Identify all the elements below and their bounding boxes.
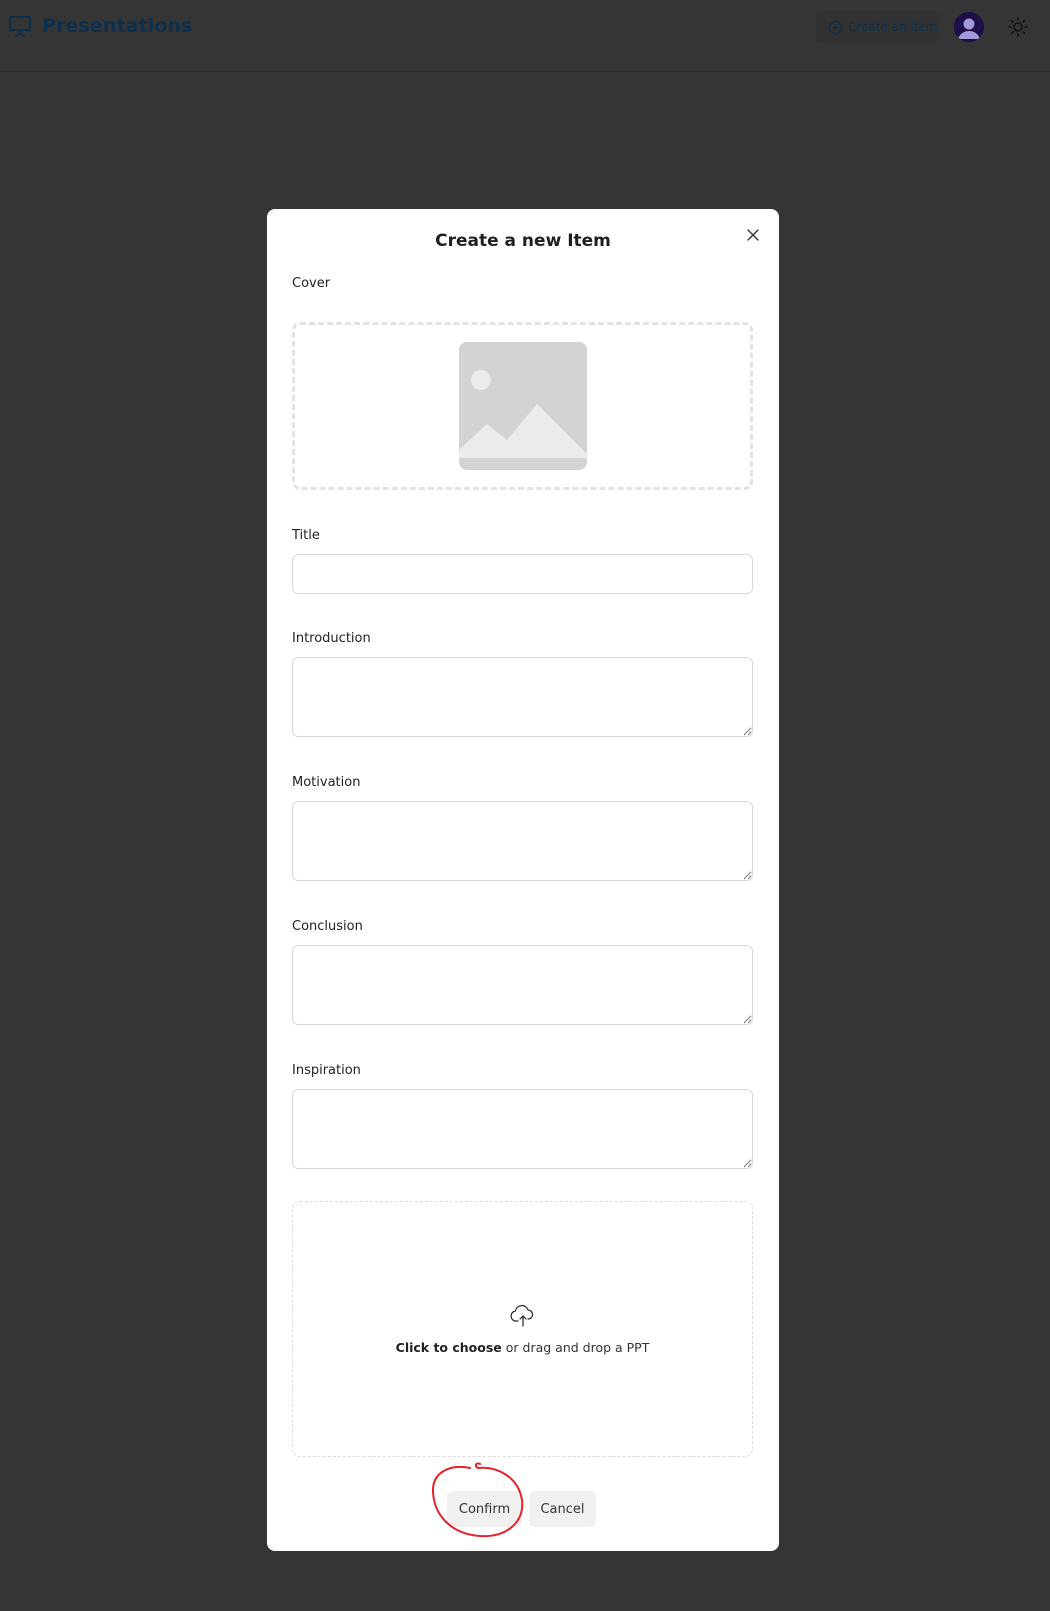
create-item-modal: Create a new Item Cover Title Introducti… (267, 209, 779, 1551)
upload-instructions: Click to choose or drag and drop a PPT (396, 1340, 650, 1355)
avatar[interactable] (954, 12, 984, 42)
modal-title: Create a new Item (435, 231, 611, 251)
user-avatar-icon (954, 12, 984, 42)
confirm-button[interactable]: Confirm (447, 1491, 522, 1527)
motivation-textarea[interactable] (292, 801, 753, 881)
title-label: Title (292, 528, 320, 543)
ppt-upload-dropzone[interactable]: Click to choose or drag and drop a PPT (292, 1201, 753, 1457)
conclusion-label: Conclusion (292, 919, 363, 934)
title-input[interactable] (292, 554, 753, 594)
introduction-label: Introduction (292, 631, 371, 646)
introduction-textarea[interactable] (292, 657, 753, 737)
cloud-upload-icon (509, 1304, 536, 1332)
cover-label: Cover (292, 276, 331, 291)
theme-toggle-button[interactable] (1007, 16, 1029, 38)
inspiration-label: Inspiration (292, 1063, 361, 1078)
cover-dropzone[interactable] (292, 322, 753, 490)
close-icon (747, 229, 759, 241)
close-button[interactable] (743, 225, 763, 245)
upload-drag-text: or drag and drop a PPT (501, 1339, 650, 1355)
motivation-label: Motivation (292, 775, 361, 790)
upload-click-to-choose[interactable]: Click to choose (396, 1340, 502, 1355)
cancel-button[interactable]: Cancel (529, 1491, 596, 1527)
create-item-button[interactable]: Create an item (816, 11, 939, 43)
top-navbar: Presentations Create an item (0, 0, 1050, 72)
image-placeholder-icon (458, 342, 587, 470)
conclusion-textarea[interactable] (292, 945, 753, 1025)
plus-circle-icon (828, 20, 843, 35)
brand[interactable]: Presentations (8, 14, 193, 38)
brand-title: Presentations (42, 15, 193, 37)
inspiration-textarea[interactable] (292, 1089, 753, 1169)
sun-icon (1008, 17, 1028, 37)
create-item-label: Create an item (848, 20, 938, 34)
presentation-board-icon (8, 14, 32, 38)
